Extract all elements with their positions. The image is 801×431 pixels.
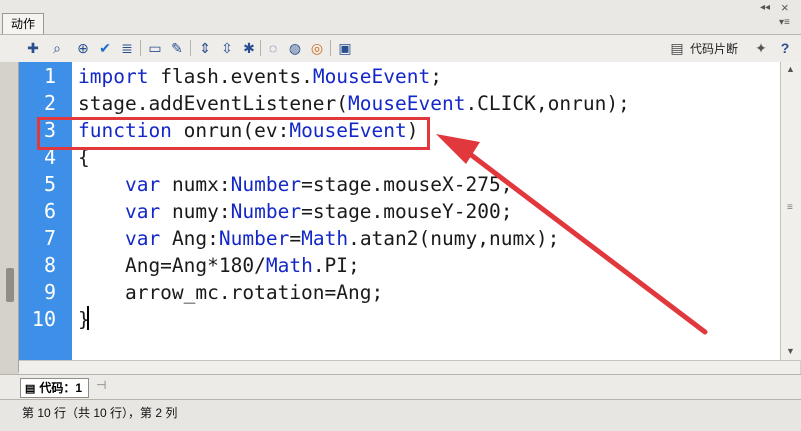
arrow-shaft xyxy=(459,145,708,335)
tab-label: 代码：1 xyxy=(39,381,83,395)
tab-code-1[interactable]: ▤ 代码：1 xyxy=(20,378,90,398)
pin-script-icon[interactable]: ⊣ xyxy=(96,378,106,392)
script-tab-bar: ▤ 代码：1 ⊣ xyxy=(0,374,801,399)
annotation-arrow xyxy=(436,134,708,335)
cursor-position-status: 第 10 行（共 10 行），第 2 列 xyxy=(22,406,178,420)
script-file-icon: ▤ xyxy=(25,383,36,395)
status-bar: 第 10 行（共 10 行），第 2 列 xyxy=(0,399,801,431)
